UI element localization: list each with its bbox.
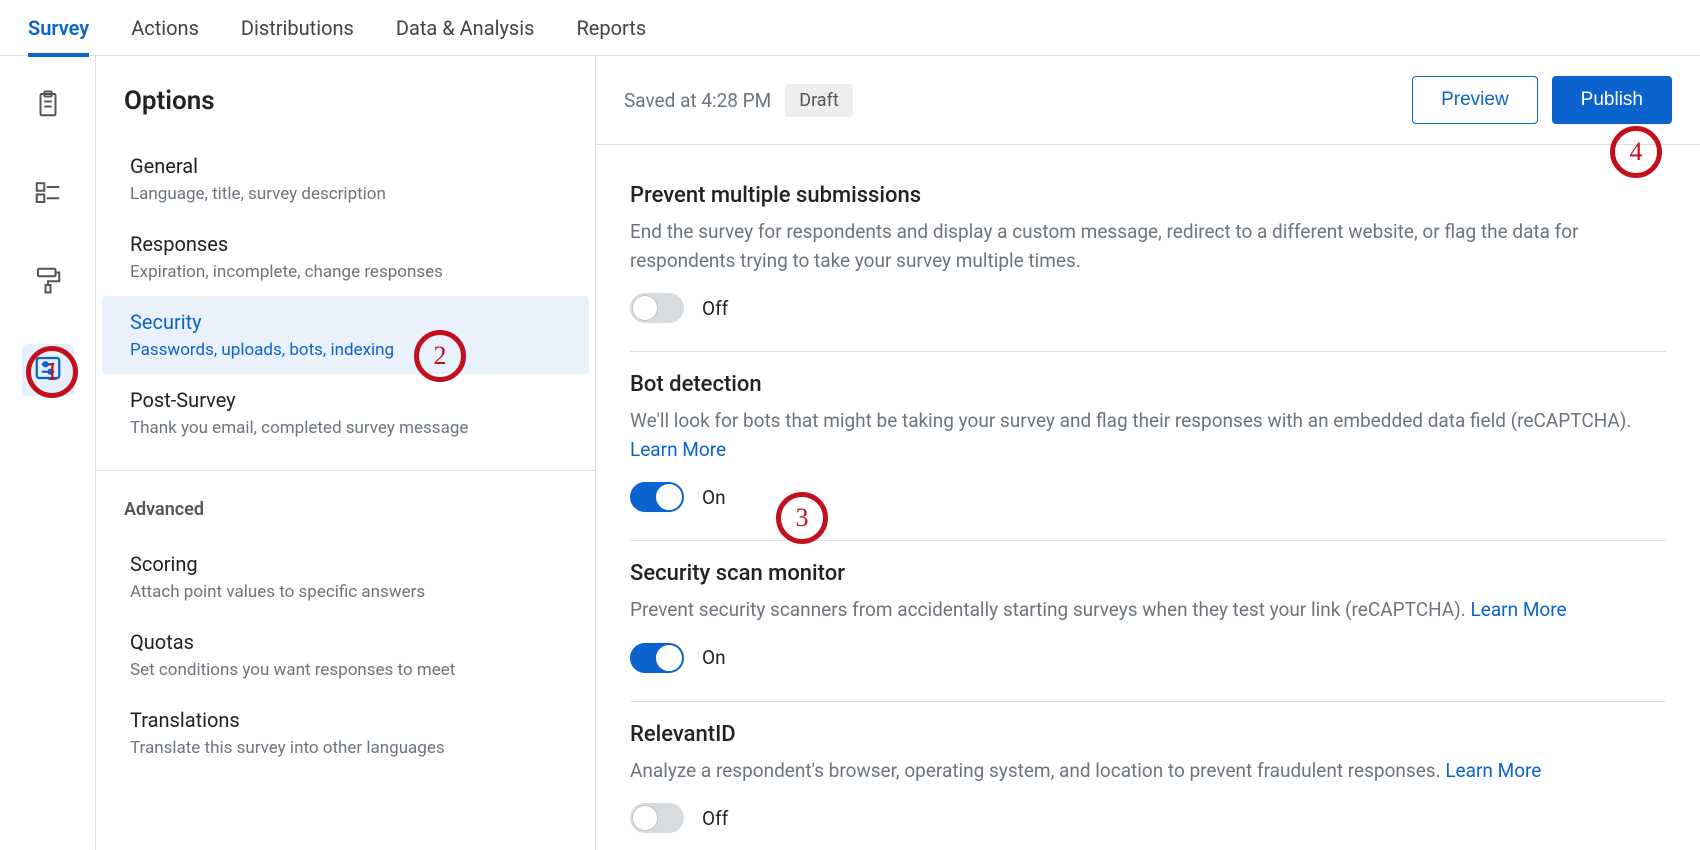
toggle-bot-detection[interactable]: [630, 482, 684, 512]
sidebar-item-quotas[interactable]: Quotas Set conditions you want responses…: [102, 616, 589, 694]
sidebar-item-title: Quotas: [130, 630, 561, 654]
toggle-label: On: [702, 646, 726, 669]
sidebar-item-sub: Language, title, survey description: [130, 184, 561, 204]
main-header: Saved at 4:28 PM Draft Preview Publish: [596, 56, 1700, 145]
setting-security-scan: Security scan monitor Prevent security s…: [630, 540, 1666, 701]
setting-desc-text: We'll look for bots that might be taking…: [630, 409, 1631, 432]
publish-button[interactable]: Publish: [1552, 76, 1672, 124]
main-column: Saved at 4:28 PM Draft Preview Publish P…: [596, 56, 1700, 850]
sidebar-item-title: Security: [130, 310, 561, 334]
tab-distributions[interactable]: Distributions: [241, 0, 354, 56]
sidebar-item-responses[interactable]: Responses Expiration, incomplete, change…: [102, 218, 589, 296]
sidebar-item-translations[interactable]: Translations Translate this survey into …: [102, 694, 589, 772]
setting-desc: End the survey for respondents and displ…: [630, 218, 1666, 275]
setting-desc-text: Prevent security scanners from accidenta…: [630, 598, 1471, 621]
options-sidebar: Options General Language, title, survey …: [96, 56, 596, 850]
preview-button[interactable]: Preview: [1412, 76, 1538, 124]
sidebar-item-sub: Passwords, uploads, bots, indexing: [130, 340, 561, 360]
left-rail: [0, 56, 96, 850]
setting-desc: Prevent security scanners from accidenta…: [630, 596, 1666, 625]
toggle-relevantid[interactable]: [630, 803, 684, 833]
sidebar-advanced-label: Advanced: [96, 489, 595, 538]
top-nav: Survey Actions Distributions Data & Anal…: [0, 0, 1700, 56]
tab-label: Actions: [131, 16, 199, 40]
paint-roller-icon: [33, 265, 63, 299]
learn-more-link[interactable]: Learn More: [1445, 759, 1541, 782]
tab-data-analysis[interactable]: Data & Analysis: [396, 0, 535, 56]
setting-desc-text: End the survey for respondents and displ…: [630, 220, 1579, 272]
rail-layout[interactable]: [22, 168, 74, 220]
learn-more-link[interactable]: Learn More: [1471, 598, 1567, 621]
sidebar-item-security[interactable]: Security Passwords, uploads, bots, index…: [102, 296, 589, 374]
toggle-label: On: [702, 486, 726, 509]
rail-paint[interactable]: [22, 256, 74, 308]
sidebar-item-general[interactable]: General Language, title, survey descript…: [102, 140, 589, 218]
settings-scroll[interactable]: Prevent multiple submissions End the sur…: [596, 145, 1700, 850]
sidebar-item-title: Post-Survey: [130, 388, 561, 412]
tab-label: Survey: [28, 16, 89, 40]
toggle-label: Off: [702, 297, 728, 320]
sidebar-divider: [96, 470, 595, 471]
sidebar-item-title: Scoring: [130, 552, 561, 576]
sidebar-item-sub: Thank you email, completed survey messag…: [130, 418, 561, 438]
setting-title: RelevantID: [630, 722, 1666, 747]
tab-label: Distributions: [241, 16, 354, 40]
sidebar-item-sub: Set conditions you want responses to mee…: [130, 660, 561, 680]
sidebar-item-sub: Attach point values to specific answers: [130, 582, 561, 602]
sidebar-item-sub: Translate this survey into other languag…: [130, 738, 561, 758]
setting-desc-text: Analyze a respondent's browser, operatin…: [630, 759, 1445, 782]
sidebar-item-post-survey[interactable]: Post-Survey Thank you email, completed s…: [102, 374, 589, 452]
setting-desc: Analyze a respondent's browser, operatin…: [630, 757, 1666, 786]
toggle-prevent-multiple[interactable]: [630, 293, 684, 323]
sidebar-item-title: Responses: [130, 232, 561, 256]
rail-clipboard[interactable]: [22, 80, 74, 132]
sidebar-item-scoring[interactable]: Scoring Attach point values to specific …: [102, 538, 589, 616]
setting-desc: We'll look for bots that might be taking…: [630, 407, 1666, 464]
setting-relevantid: RelevantID Analyze a respondent's browse…: [630, 701, 1666, 850]
settings-sliders-icon: [33, 353, 63, 387]
sidebar-item-title: General: [130, 154, 561, 178]
saved-at-text: Saved at 4:28 PM: [624, 89, 771, 112]
setting-title: Security scan monitor: [630, 561, 1666, 586]
setting-bot-detection: Bot detection We'll look for bots that m…: [630, 351, 1666, 540]
sidebar-item-title: Translations: [130, 708, 561, 732]
setting-title: Bot detection: [630, 372, 1666, 397]
tab-survey[interactable]: Survey: [28, 0, 89, 56]
tab-reports[interactable]: Reports: [576, 0, 646, 56]
layout-icon: [33, 177, 63, 211]
tab-label: Reports: [576, 16, 646, 40]
status-badge: Draft: [785, 84, 853, 117]
setting-prevent-multiple: Prevent multiple submissions End the sur…: [630, 163, 1666, 351]
sidebar-title: Options: [96, 56, 595, 140]
learn-more-link[interactable]: Learn More: [630, 438, 726, 461]
rail-options[interactable]: [22, 344, 74, 396]
setting-title: Prevent multiple submissions: [630, 183, 1666, 208]
toggle-security-scan[interactable]: [630, 643, 684, 673]
clipboard-icon: [33, 89, 63, 123]
toggle-label: Off: [702, 807, 728, 830]
tab-label: Data & Analysis: [396, 16, 535, 40]
sidebar-item-sub: Expiration, incomplete, change responses: [130, 262, 561, 282]
tab-actions[interactable]: Actions: [131, 0, 199, 56]
